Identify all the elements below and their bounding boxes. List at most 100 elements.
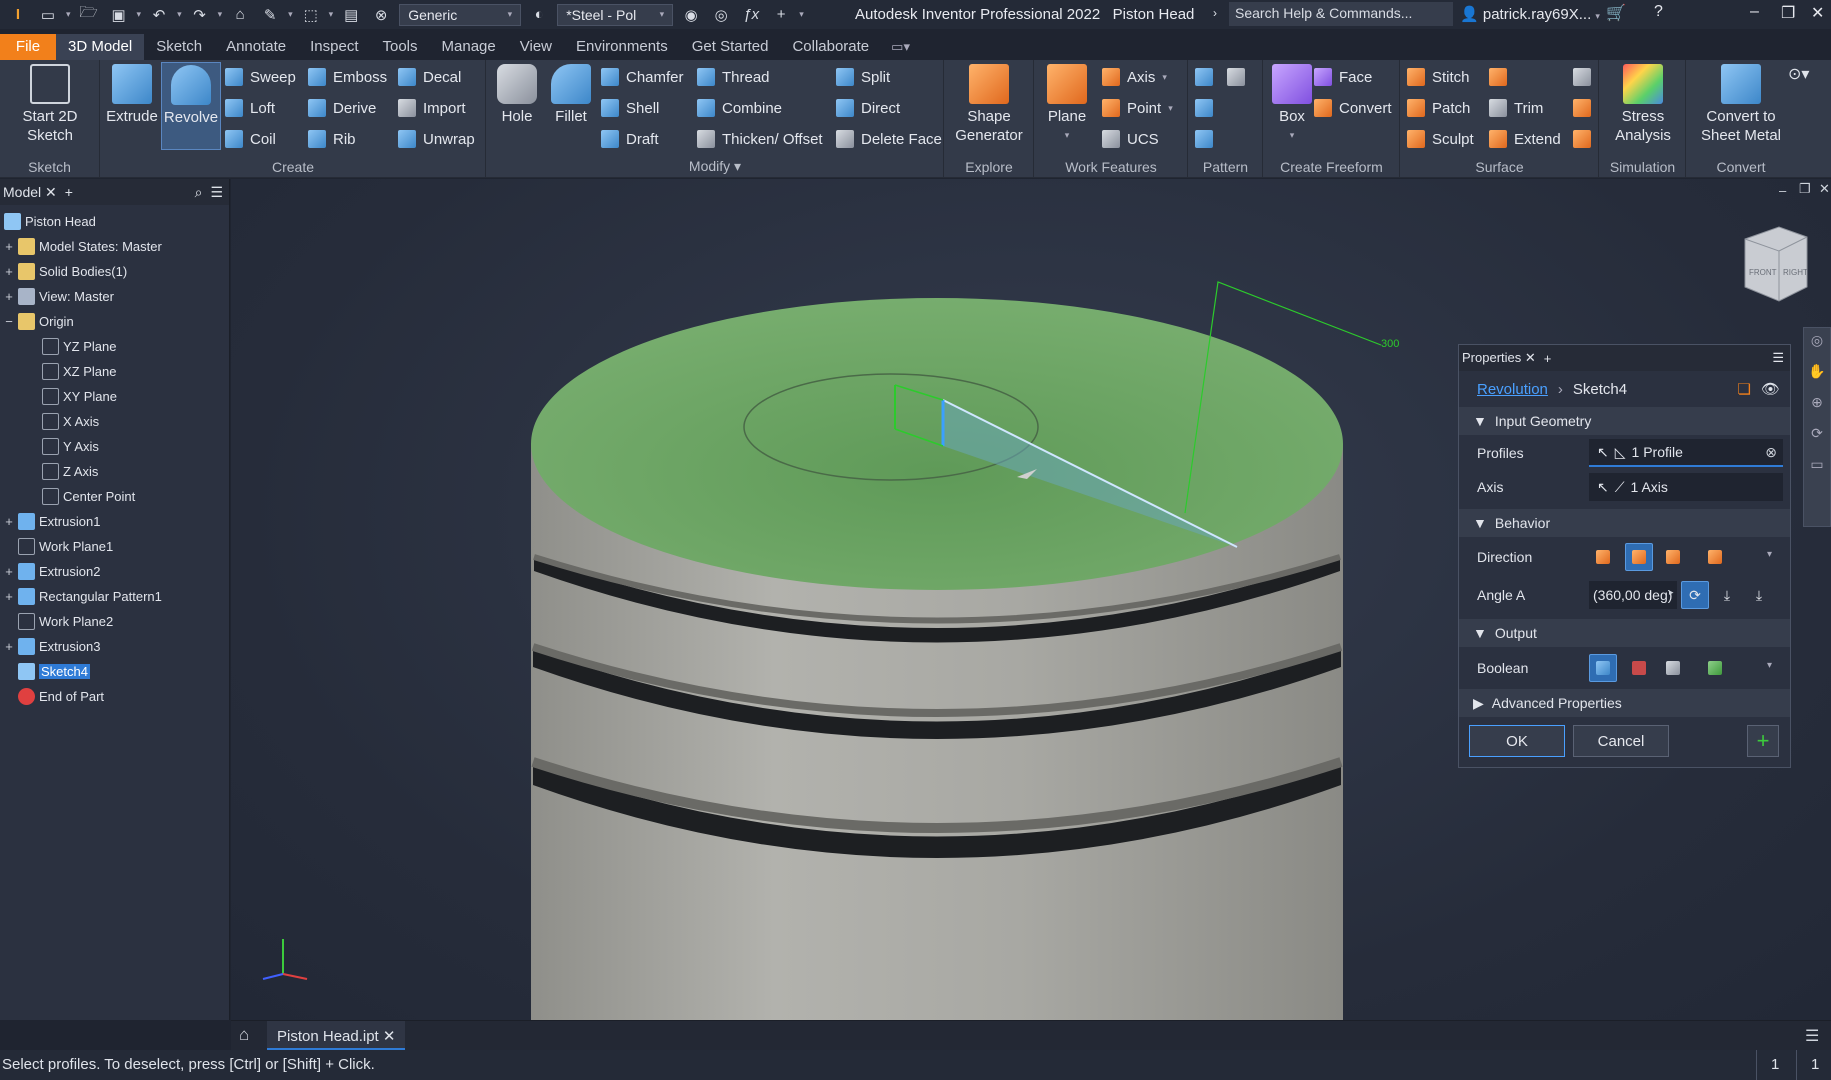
cancel-button[interactable]: Cancel <box>1573 725 1669 757</box>
search-input[interactable]: Search Help & Commands... <box>1229 2 1453 26</box>
new-solid-icon[interactable] <box>1701 654 1729 682</box>
angle-menu-icon[interactable]: ▸ <box>1669 587 1674 598</box>
boolean-join-icon[interactable] <box>1589 654 1617 682</box>
ruled-surface-icon[interactable] <box>1489 68 1507 86</box>
shell-button[interactable]: Shell <box>601 96 659 120</box>
boolean-intersect-icon[interactable] <box>1659 654 1687 682</box>
direction-default-icon[interactable] <box>1589 543 1617 571</box>
browser-tab-model[interactable]: Model ✕ <box>3 184 57 201</box>
trim-button[interactable]: Trim <box>1489 96 1543 120</box>
tree-node[interactable]: − Origin <box>4 309 74 333</box>
tree-node[interactable]: Piston Head <box>4 209 96 233</box>
browser-menu-icon[interactable]: ☰ <box>210 184 223 201</box>
dropdown-icon[interactable]: ▾ <box>1767 660 1772 671</box>
derive-button[interactable]: Derive <box>308 96 376 120</box>
minimize-icon[interactable]: – <box>1750 3 1759 21</box>
tab-view[interactable]: View <box>508 34 564 60</box>
clear-selection-icon[interactable]: ⊗ <box>1765 444 1777 461</box>
tree-node[interactable]: Work Plane2 <box>18 609 113 633</box>
tab-get-started[interactable]: Get Started <box>680 34 781 60</box>
stitch-button[interactable]: Stitch <box>1407 65 1470 89</box>
expand-toggle-icon[interactable]: + <box>4 564 14 579</box>
tree-node[interactable]: + Extrusion1 <box>4 509 100 533</box>
fillet-button[interactable]: Fillet <box>545 64 597 126</box>
coil-button[interactable]: Coil <box>225 127 276 151</box>
viewport-minimize-icon[interactable]: – <box>1779 183 1786 198</box>
tree-node[interactable]: Z Axis <box>42 459 98 483</box>
tree-node[interactable]: YZ Plane <box>42 334 116 358</box>
close-icon[interactable]: ✕ <box>1811 3 1824 23</box>
tab-sketch[interactable]: Sketch <box>144 34 214 60</box>
draft-button[interactable]: Draft <box>601 127 659 151</box>
tab-3d-model[interactable]: 3D Model <box>56 34 145 60</box>
ok-button[interactable]: OK <box>1469 725 1565 757</box>
preset-icon[interactable]: ❏ <box>1738 380 1751 398</box>
add-icon[interactable]: + <box>769 4 793 26</box>
section-behavior[interactable]: ▼ Behavior <box>1459 509 1790 537</box>
piston-body[interactable] <box>531 298 1343 1020</box>
decal-button[interactable]: Decal <box>398 65 461 89</box>
modify-panel-label[interactable]: Modify ▾ <box>487 158 943 175</box>
patch-button[interactable]: Patch <box>1407 96 1470 120</box>
tree-node[interactable]: + Solid Bodies(1) <box>4 259 127 283</box>
tree-node[interactable]: Center Point <box>42 484 135 508</box>
convert-to-sheet-metal-button[interactable]: Convert to Sheet Metal <box>1689 64 1793 145</box>
tree-node[interactable]: XZ Plane <box>42 359 116 383</box>
doc-tab-piston-head[interactable]: Piston Head.ipt ✕ <box>267 1021 406 1051</box>
close-doc-icon[interactable]: ✕ <box>383 1028 396 1045</box>
combine-button[interactable]: Combine <box>697 96 782 120</box>
panel-toggle-icon[interactable]: ▭▾ <box>891 39 910 55</box>
tab-annotate[interactable]: Annotate <box>214 34 298 60</box>
search-icon[interactable]: ⌕ <box>195 184 203 201</box>
properties-icon[interactable]: ▤ <box>339 4 363 26</box>
tab-tools[interactable]: Tools <box>371 34 430 60</box>
redo-icon[interactable]: ↷ <box>188 4 212 26</box>
home-icon[interactable]: ⌂ <box>228 4 252 26</box>
rectangular-pattern-icon[interactable] <box>1195 68 1213 86</box>
ucs-button[interactable]: UCS <box>1102 127 1159 151</box>
tree-node[interactable]: End of Part <box>18 684 104 708</box>
tree-node[interactable]: + Extrusion3 <box>4 634 100 658</box>
shape-generator-button[interactable]: Shape Generator <box>949 64 1029 145</box>
expand-toggle-icon[interactable]: + <box>4 589 14 604</box>
ribbon-options-icon[interactable]: ⊙▾ <box>1788 64 1809 84</box>
doc-menu-icon[interactable]: ☰ <box>1805 1026 1819 1046</box>
viewport-close-icon[interactable]: ✕ <box>1819 181 1830 197</box>
tree-node[interactable]: Work Plane1 <box>18 534 113 558</box>
tab-inspect[interactable]: Inspect <box>298 34 370 60</box>
orbit-icon[interactable]: ⟳ <box>1804 425 1830 442</box>
stress-analysis-button[interactable]: Stress Analysis <box>1602 64 1684 145</box>
profiles-selector[interactable]: ↖ ◺ 1 Profile ⊗ <box>1589 439 1783 467</box>
expand-toggle-icon[interactable]: + <box>4 264 14 279</box>
delete-face-button[interactable]: Delete Face <box>836 127 942 151</box>
tree-node[interactable]: + Extrusion2 <box>4 559 100 583</box>
expand-toggle-icon[interactable]: + <box>4 239 14 254</box>
tab-manage[interactable]: Manage <box>430 34 508 60</box>
select-tool-icon[interactable]: ⬚ <box>299 4 323 26</box>
point-button[interactable]: Point ▾ <box>1102 96 1173 120</box>
emboss-button[interactable]: Emboss <box>308 65 387 89</box>
preview-eye-icon[interactable]: 👁 <box>1761 380 1780 398</box>
help-icon[interactable]: ? <box>1654 3 1663 21</box>
import-button[interactable]: Import <box>398 96 466 120</box>
tree-node[interactable]: + Model States: Master <box>4 234 162 258</box>
tab-environments[interactable]: Environments <box>564 34 680 60</box>
direct-button[interactable]: Direct <box>836 96 900 120</box>
convert-button[interactable]: Convert <box>1314 96 1392 120</box>
section-advanced-properties[interactable]: ▶ Advanced Properties <box>1459 689 1790 717</box>
sketch-pattern-icon[interactable] <box>1195 130 1213 148</box>
expand-toggle-icon[interactable]: + <box>4 514 14 529</box>
mirror-icon[interactable] <box>1227 68 1245 86</box>
color-wheel-icon[interactable]: ◐ <box>527 4 551 26</box>
to-next-icon[interactable]: ⤓ <box>1745 581 1773 609</box>
boolean-cut-icon[interactable] <box>1625 654 1653 682</box>
material-ball-icon[interactable]: ⊗ <box>369 4 393 26</box>
cart-icon[interactable]: 🛒 <box>1606 3 1626 23</box>
viewcube-front-label[interactable]: FRONT <box>1749 268 1777 277</box>
dropdown-icon[interactable]: ▾ <box>1767 549 1772 560</box>
sketch-tool-icon[interactable]: ✎ <box>258 4 282 26</box>
zoom-icon[interactable]: ⊕ <box>1804 394 1830 411</box>
surface-tool-1-icon[interactable] <box>1573 68 1591 86</box>
sculpt-button[interactable]: Sculpt <box>1407 127 1474 151</box>
face-button[interactable]: Face <box>1314 65 1372 89</box>
